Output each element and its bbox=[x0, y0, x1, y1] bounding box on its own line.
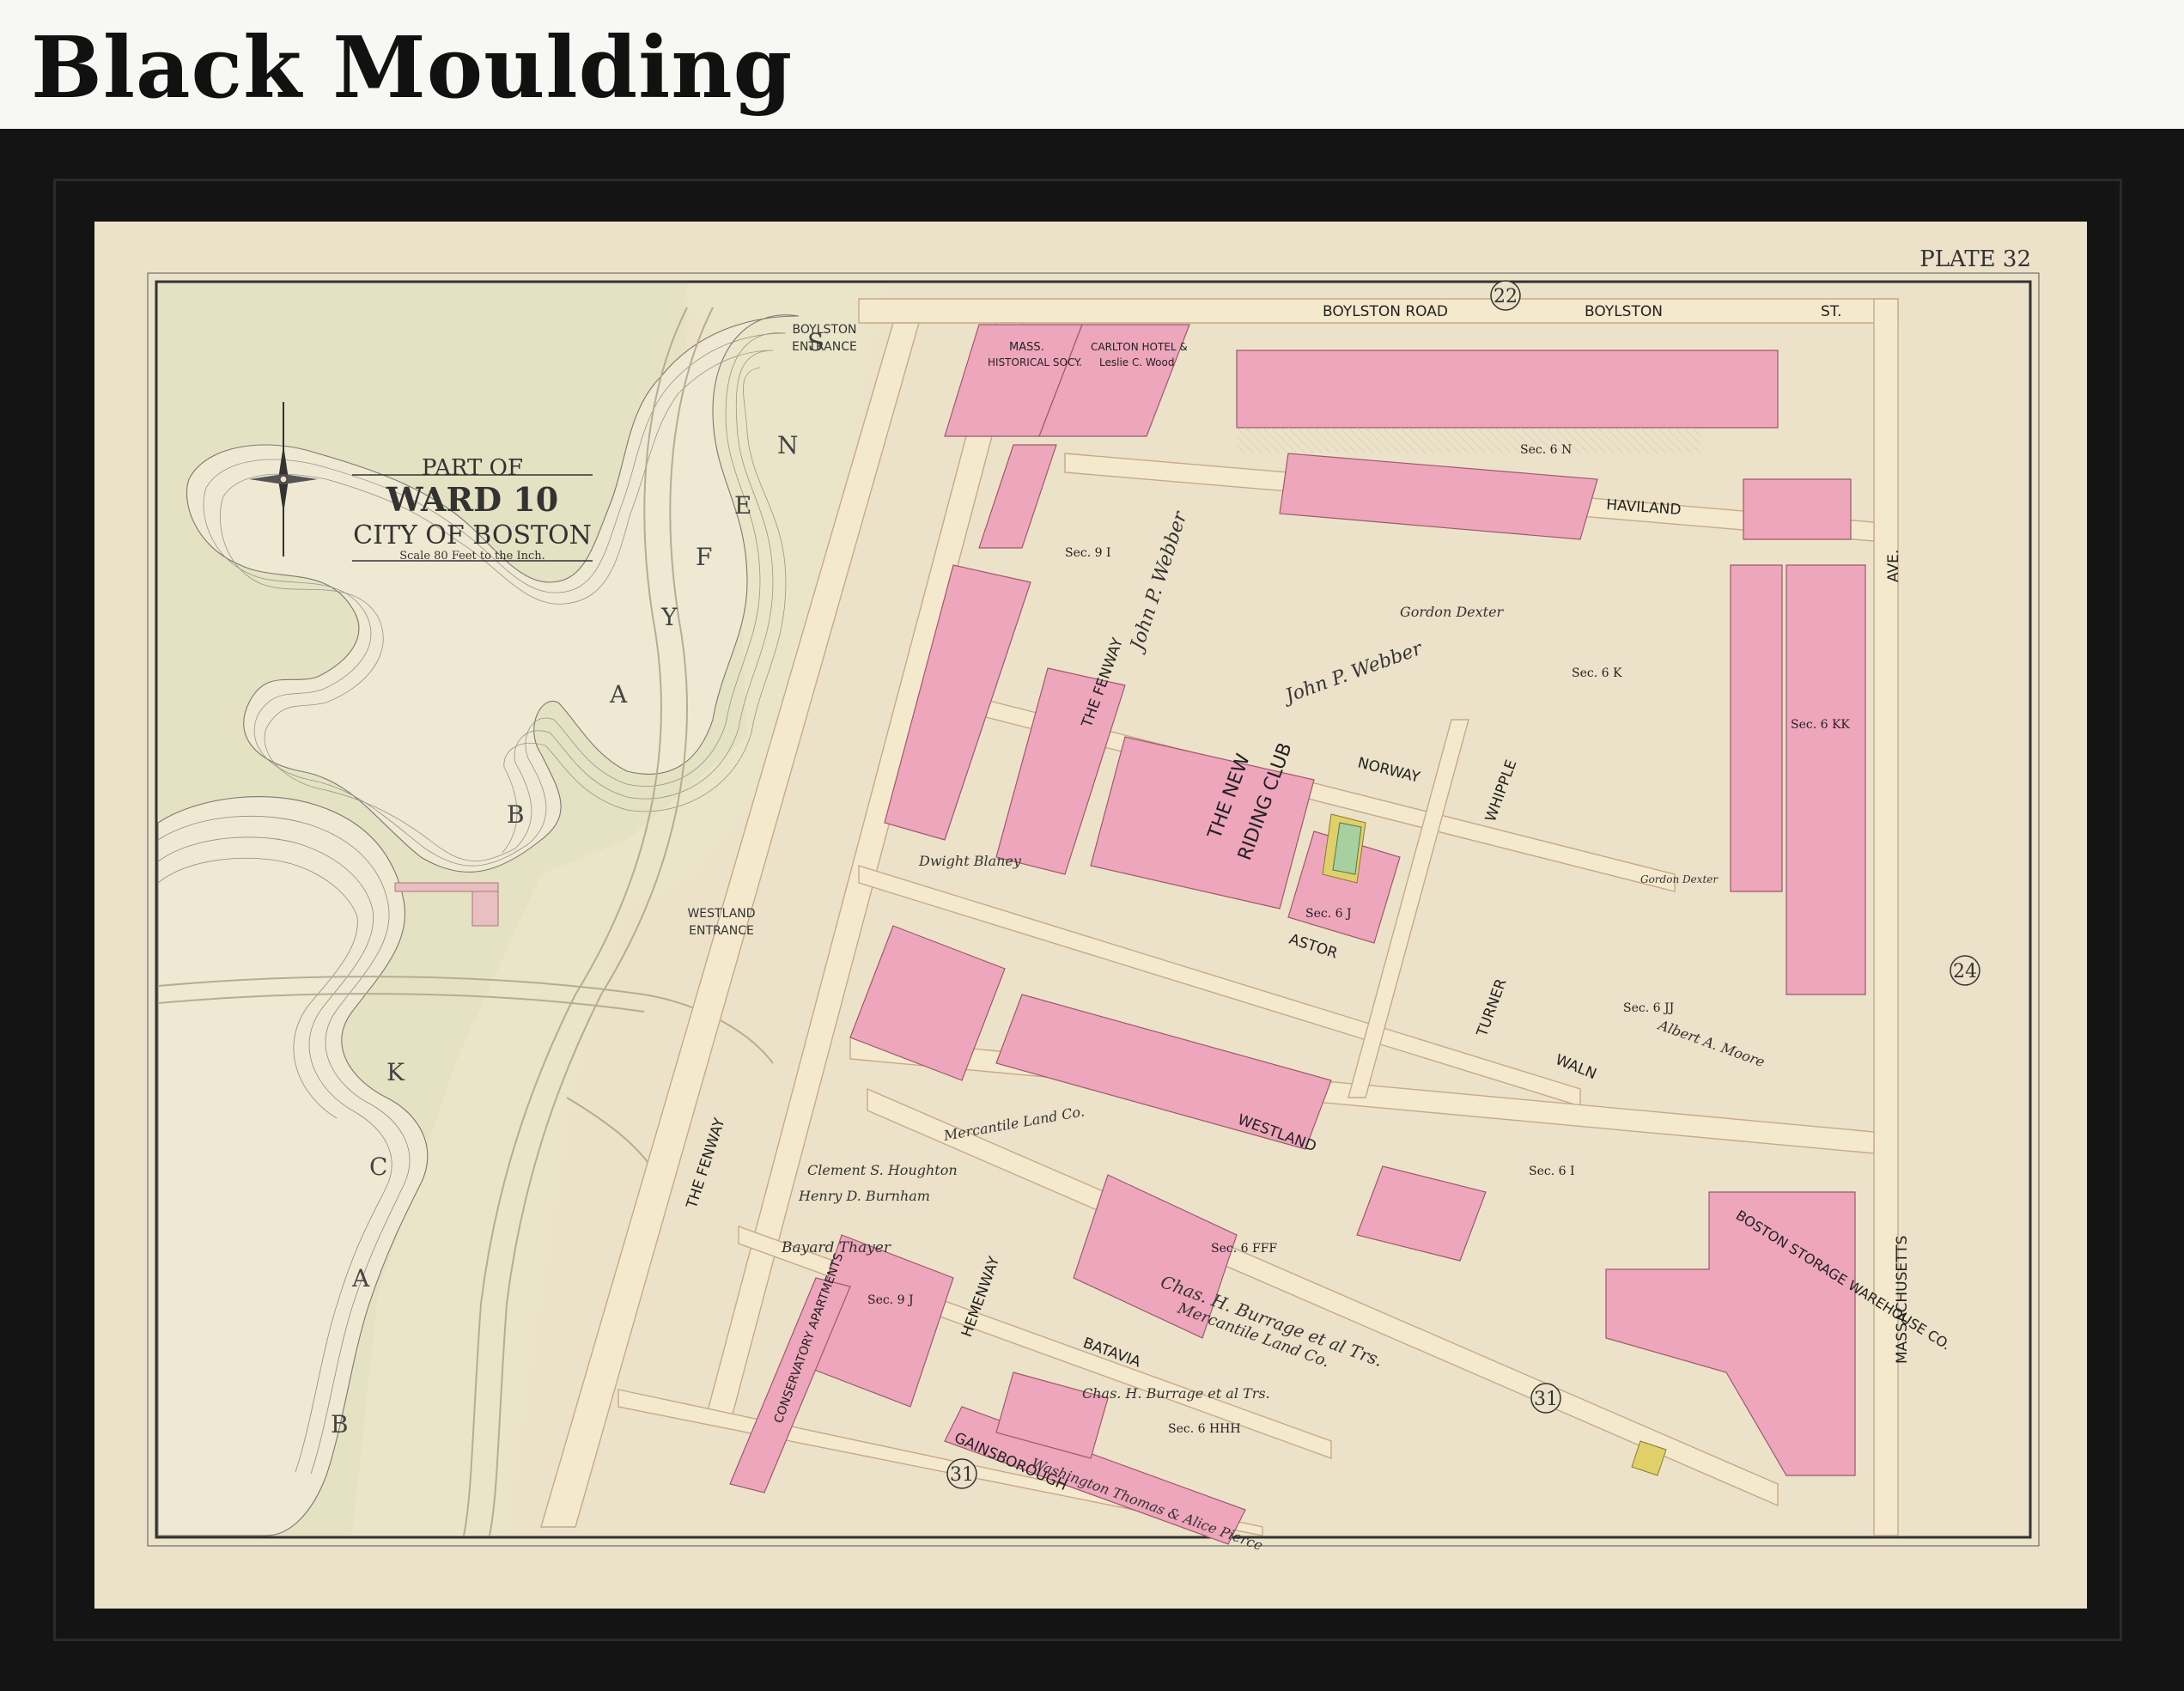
street-massachusetts: MASSACHUSETTS bbox=[1894, 1236, 1911, 1364]
street-turner: TURNER bbox=[1474, 976, 1511, 1040]
back-letter-k: K bbox=[386, 1058, 405, 1086]
street-fenway-2: THE FENWAY bbox=[683, 1116, 728, 1211]
fens-letter-e: E bbox=[734, 491, 751, 520]
boylston-entrance-2: ENTRANCE bbox=[792, 340, 857, 354]
cartouche-line2: WARD 10 bbox=[386, 480, 558, 519]
map-svg: PART OF WARD 10 CITY OF BOSTON Scale 80 … bbox=[147, 246, 2040, 1554]
owner-thayer: Bayard Thayer bbox=[781, 1239, 891, 1256]
owner-dwight: Dwight Blaney bbox=[918, 853, 1022, 869]
ward-number-31a: 31 bbox=[1534, 1389, 1558, 1410]
boylston-entrance-1: BOYLSTON bbox=[793, 323, 857, 337]
mass-hist-line1: MASS. bbox=[1009, 341, 1044, 354]
ward-number-31b: 31 bbox=[950, 1464, 974, 1486]
sec-91-parcel bbox=[978, 444, 1057, 549]
sec-91: Sec. 9 I bbox=[1065, 546, 1111, 560]
lot-lines-hatch bbox=[1237, 428, 1700, 453]
mass-hist-line2: HISTORICAL SOCY. bbox=[988, 356, 1082, 368]
cartouche-line3: CITY OF BOSTON bbox=[353, 520, 592, 550]
owner-webber-1: John P. Webber bbox=[1126, 508, 1192, 656]
street-boylston-road: BOYLSTON ROAD bbox=[1323, 303, 1448, 320]
sec-6i: Sec. 6 I bbox=[1529, 1165, 1575, 1178]
fens-letter-n: N bbox=[777, 431, 799, 459]
owner-webber-2: John P. Webber bbox=[1280, 637, 1427, 709]
carlton-line1: CARLTON HOTEL & bbox=[1091, 341, 1188, 353]
kk-east-parcel bbox=[1786, 564, 1866, 995]
page-header: Black Moulding bbox=[0, 0, 2184, 129]
street-whipple: WHIPPLE bbox=[1482, 757, 1521, 824]
kk-west-parcel bbox=[1730, 564, 1783, 892]
ward-number-22: 22 bbox=[1494, 286, 1518, 307]
owner-dexter: Gordon Dexter bbox=[1400, 604, 1505, 620]
fens-letter-y: Y bbox=[660, 603, 678, 631]
sec-6k: Sec. 6 K bbox=[1572, 666, 1622, 680]
street-norway: NORWAY bbox=[1356, 754, 1422, 786]
cartouche-line1: PART OF bbox=[422, 455, 523, 481]
sec-6hhh: Sec. 6 HHH bbox=[1168, 1422, 1241, 1436]
haviland-row-parcel bbox=[1279, 453, 1598, 540]
sec-6i-parcel bbox=[1356, 1165, 1487, 1262]
ward-number-24: 24 bbox=[1953, 961, 1977, 982]
boylston-row-parcel bbox=[1236, 350, 1779, 429]
street-astor: ASTOR bbox=[1287, 931, 1340, 963]
owner-moore: Albert A. Moore bbox=[1655, 1016, 1767, 1070]
owner-burrage: Chas. H. Burrage et al Trs. bbox=[1082, 1385, 1270, 1402]
owner-boughton: Clement S. Houghton bbox=[807, 1162, 958, 1178]
owner-mercantile-1: Mercantile Land Co. bbox=[941, 1103, 1086, 1144]
street-boylston-st: ST. bbox=[1821, 303, 1842, 320]
sec-6fff: Sec. 6 FFF bbox=[1211, 1242, 1277, 1256]
street-boylston: BOYLSTON bbox=[1585, 303, 1663, 320]
owner-burnham: Henry D. Burnham bbox=[798, 1188, 930, 1204]
back-letter-c: C bbox=[369, 1153, 387, 1181]
fens-small-building-2 bbox=[471, 891, 499, 927]
sec-6kk: Sec. 6 KK bbox=[1791, 718, 1850, 732]
fens-letter-f: F bbox=[696, 543, 712, 571]
map-paper: PART OF WARD 10 CITY OF BOSTON Scale 80 … bbox=[94, 222, 2087, 1609]
fens-letter-a: A bbox=[609, 680, 628, 709]
street-ave: AVE. bbox=[1885, 550, 1902, 582]
owner-dexter-2: Gordon Dexter bbox=[1640, 873, 1719, 885]
sec-6n: Sec. 6 N bbox=[1520, 443, 1572, 457]
sec-93: Sec. 9 J bbox=[867, 1293, 914, 1307]
westland-entrance-2: ENTRANCE bbox=[689, 924, 754, 938]
street-waln: WALN bbox=[1553, 1051, 1599, 1083]
back-letter-b: B bbox=[331, 1410, 349, 1439]
sec-6j: Sec. 6 J bbox=[1305, 907, 1352, 921]
carlton-line2: Leslie C. Wood bbox=[1099, 356, 1174, 368]
westland-entrance-1: WESTLAND bbox=[687, 907, 755, 921]
back-letter-a: A bbox=[351, 1264, 370, 1293]
sec-6jj: Sec. 6 JJ bbox=[1623, 1001, 1674, 1015]
fens-letter-b: B bbox=[507, 800, 525, 829]
cartouche-scale: Scale 80 Feet to the Inch. bbox=[399, 550, 545, 563]
haviland-corner-parcel bbox=[1743, 478, 1852, 540]
page-title: Black Moulding bbox=[31, 19, 794, 118]
plate-label: PLATE 32 bbox=[1919, 246, 2031, 272]
